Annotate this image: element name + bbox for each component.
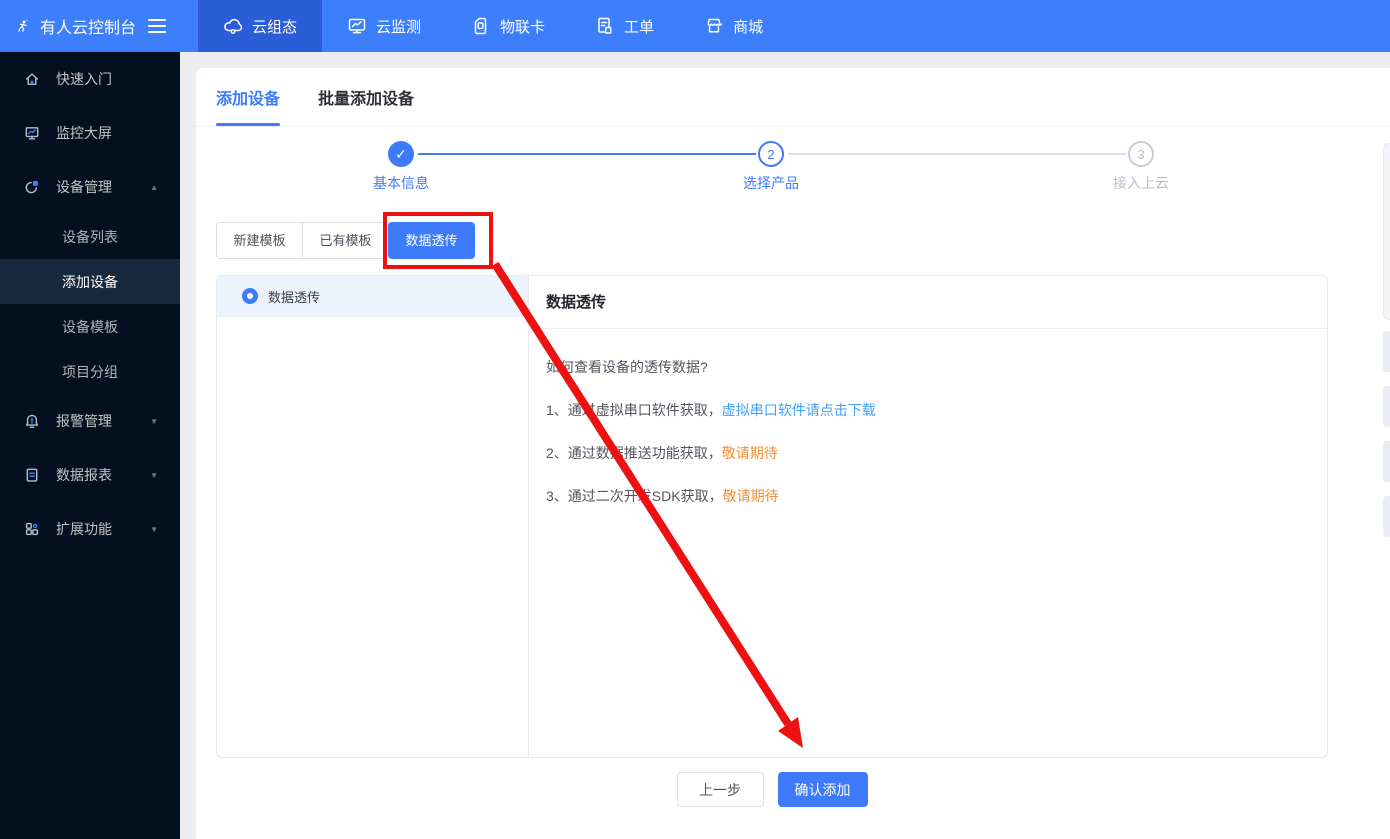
step-connector-pending xyxy=(788,153,1126,155)
page-tabs: 添加设备 批量添加设备 xyxy=(196,68,1390,127)
sidebar-subitem-device-template[interactable]: 设备模板 xyxy=(0,304,180,349)
sidebar-subitem-label: 项目分组 xyxy=(62,363,118,380)
passthrough-list: 数据透传 xyxy=(217,276,529,757)
sidebar-item-label: 数据报表 xyxy=(56,467,112,483)
detail-title: 数据透传 xyxy=(530,276,1327,329)
sidebar-item-device-mgmt[interactable]: 设备管理 ▲ xyxy=(0,160,180,214)
sidebar-item-label: 快速入门 xyxy=(56,71,112,87)
passthrough-detail: 数据透传 如何查看设备的透传数据? 1、通过虚拟串口软件获取，虚拟串口软件请点击… xyxy=(530,276,1327,757)
detail-question: 如何查看设备的透传数据? xyxy=(546,359,708,375)
content-area: 添加设备 批量添加设备 ✓ 基本信息 2 选择产品 3 接入上云 新建模板 已有… xyxy=(180,52,1390,839)
nav-label: 工单 xyxy=(624,18,655,36)
floating-panel[interactable] xyxy=(1383,143,1390,320)
nav-label: 云组态 xyxy=(252,18,298,36)
sidebar-item-label: 设备管理 xyxy=(56,179,112,195)
shop-icon xyxy=(707,18,723,33)
main-card: 添加设备 批量添加设备 ✓ 基本信息 2 选择产品 3 接入上云 新建模板 已有… xyxy=(196,68,1390,839)
step-2-label: 选择产品 xyxy=(743,175,799,191)
active-tab-underline xyxy=(216,123,280,126)
template-tab-existing[interactable]: 已有模板 xyxy=(302,222,389,259)
template-tab-new[interactable]: 新建模板 xyxy=(216,222,303,259)
nav-label: 物联卡 xyxy=(500,18,546,36)
sidebar-item-dashboard[interactable]: 监控大屏 xyxy=(0,106,180,160)
app-root: 有人云控制台 云组态 云监测 物联卡 工单 商城 快速入门 监控大屏 设备管理 … xyxy=(0,0,1390,839)
sidebar-item-quick-start[interactable]: 快速入门 xyxy=(0,52,180,106)
list-item-data-passthrough[interactable]: 数据透传 xyxy=(217,276,528,317)
nav-label: 商城 xyxy=(733,18,764,36)
sidebar-subitem-label: 添加设备 xyxy=(62,273,118,290)
confirm-add-button[interactable]: 确认添加 xyxy=(777,772,868,807)
sidebar-item-alarm-mgmt[interactable]: 报警管理 ▼ xyxy=(0,394,180,448)
wizard-footer: 上一步 确认添加 xyxy=(216,772,1328,807)
caret-down-icon: ▼ xyxy=(150,524,158,534)
sidebar: 快速入门 监控大屏 设备管理 ▲ 设备列表 添加设备 设备模板 项目分组 报警管… xyxy=(0,52,180,839)
nav-item-iot-sim[interactable]: 物联卡 xyxy=(446,0,570,52)
device-mgmt-pie-icon xyxy=(25,180,38,194)
top-header: 有人云控制台 云组态 云监测 物联卡 工单 商城 xyxy=(0,0,1390,52)
nav-item-work-order[interactable]: 工单 xyxy=(570,0,679,52)
step-3-label: 接入上云 xyxy=(1113,175,1169,191)
tab-batch-add-device[interactable]: 批量添加设备 xyxy=(318,85,414,109)
sim-card-icon xyxy=(474,17,487,35)
caret-down-icon: ▼ xyxy=(150,470,158,480)
nav-item-cloud-monitor[interactable]: 云监测 xyxy=(322,0,446,52)
brand-title: 有人云控制台 xyxy=(39,20,136,37)
step-1-circle: ✓ xyxy=(388,141,414,167)
caret-up-icon: ▲ xyxy=(150,182,158,192)
pending-tag: 敬请期待 xyxy=(722,488,779,504)
extensions-grid-icon xyxy=(25,522,39,536)
step-2-circle: 2 xyxy=(758,141,784,167)
sidebar-item-extensions[interactable]: 扩展功能 ▼ xyxy=(0,502,180,556)
menu-toggle-icon[interactable] xyxy=(148,18,166,34)
nav-label: 云监测 xyxy=(376,18,422,36)
sidebar-subitem-device-list[interactable]: 设备列表 xyxy=(0,214,180,259)
work-order-icon xyxy=(598,17,612,34)
floating-button[interactable] xyxy=(1383,386,1390,427)
monitor-chart-icon xyxy=(348,18,366,34)
check-icon: ✓ xyxy=(395,145,407,162)
pending-tag: 敬请期待 xyxy=(721,445,778,461)
detail-item-2: 2、通过数据推送功能获取，敬请期待 xyxy=(546,443,1311,463)
floating-button[interactable] xyxy=(1383,496,1390,537)
detail-item-text: 1、通过虚拟串口软件获取， xyxy=(546,402,722,418)
sidebar-subitem-label: 设备列表 xyxy=(62,228,118,245)
dashboard-screen-icon xyxy=(25,127,39,140)
detail-item-1: 1、通过虚拟串口软件获取，虚拟串口软件请点击下载 xyxy=(546,400,1311,420)
detail-item-text: 3、通过二次开发SDK获取， xyxy=(546,488,723,504)
stepper: ✓ 基本信息 2 选择产品 3 接入上云 xyxy=(196,127,1390,201)
sidebar-subitem-add-device[interactable]: 添加设备 xyxy=(0,259,180,304)
passthrough-panel: 数据透传 数据透传 如何查看设备的透传数据? 1、通过虚拟串口软件获取，虚拟串口… xyxy=(216,275,1328,758)
tab-add-device[interactable]: 添加设备 xyxy=(216,85,280,109)
template-tab-group: 新建模板 已有模板 数据透传 xyxy=(216,222,475,259)
nav-item-mall[interactable]: 商城 xyxy=(679,0,788,52)
floating-button[interactable] xyxy=(1383,441,1390,482)
sidebar-item-label: 报警管理 xyxy=(56,413,112,429)
step-3-circle: 3 xyxy=(1128,141,1154,167)
nav-item-cloud-scada[interactable]: 云组态 xyxy=(198,0,323,52)
floating-button[interactable] xyxy=(1383,331,1390,372)
caret-down-icon: ▼ xyxy=(150,416,158,426)
brand-logo-runner-icon xyxy=(18,19,28,32)
home-icon xyxy=(25,73,39,85)
alarm-bell-icon xyxy=(25,414,39,428)
detail-item-text: 2、通过数据推送功能获取， xyxy=(546,445,722,461)
sidebar-subitem-project-group[interactable]: 项目分组 xyxy=(0,349,180,394)
report-doc-icon xyxy=(26,468,38,482)
prev-step-button[interactable]: 上一步 xyxy=(676,772,764,807)
download-link[interactable]: 虚拟串口软件请点击下载 xyxy=(722,402,876,418)
radio-selected-icon[interactable] xyxy=(242,288,258,304)
sidebar-subitem-label: 设备模板 xyxy=(62,318,118,335)
step-connector-done xyxy=(418,153,756,155)
top-nav: 云组态 云监测 物联卡 工单 商城 xyxy=(198,0,788,52)
step-1-label: 基本信息 xyxy=(373,175,429,191)
template-tab-passthrough[interactable]: 数据透传 xyxy=(388,222,475,259)
brand: 有人云控制台 xyxy=(0,0,180,52)
detail-item-3: 3、通过二次开发SDK获取，敬请期待 xyxy=(546,486,1311,506)
sidebar-item-data-report[interactable]: 数据报表 ▼ xyxy=(0,448,180,502)
detail-body: 如何查看设备的透传数据? 1、通过虚拟串口软件获取，虚拟串口软件请点击下载 2、… xyxy=(530,329,1327,506)
cloud-icon xyxy=(224,18,243,34)
sidebar-item-label: 监控大屏 xyxy=(56,125,112,141)
sidebar-item-label: 扩展功能 xyxy=(56,521,112,537)
list-item-label: 数据透传 xyxy=(268,289,321,305)
